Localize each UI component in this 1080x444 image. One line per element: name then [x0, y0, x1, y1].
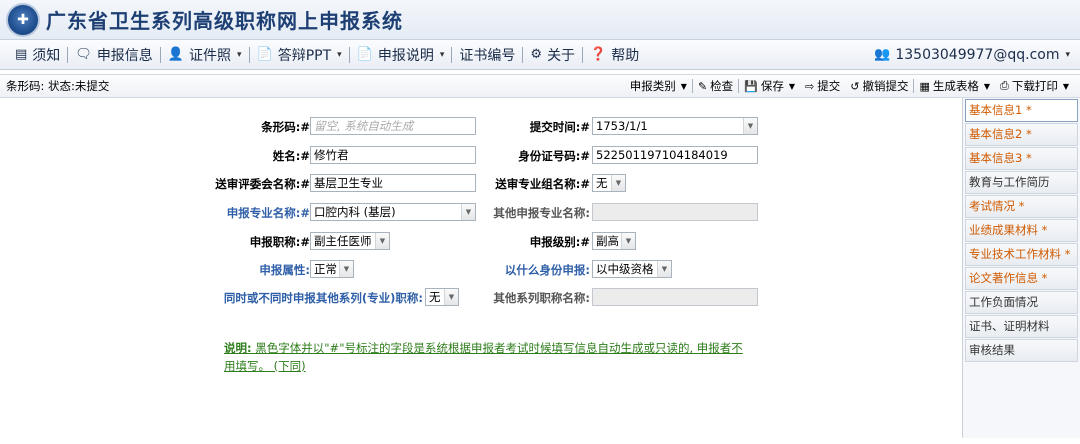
chevron-down-icon: ▾: [237, 49, 242, 60]
print-icon: ⎙: [1000, 79, 1009, 92]
undo-icon: ↺: [850, 79, 860, 93]
chevron-down-icon: ▼: [743, 118, 757, 134]
note-text: 黑色字体并以"#"号标注的字段是系统根据申报者考试时候填写信息自动生成或只读的,…: [224, 341, 743, 373]
submit-button[interactable]: ⇨ 提交: [800, 78, 845, 94]
group-select[interactable]: 无 ▼: [592, 174, 626, 192]
category-button[interactable]: 申报类别 ▼: [625, 78, 692, 94]
group-label: 送审专业组名称:#: [495, 177, 590, 191]
chevron-down-icon: ▼: [983, 81, 991, 91]
menu-notice[interactable]: ▤ 须知: [8, 44, 67, 66]
level-label: 申报级别:#: [529, 235, 590, 249]
barcode-label: 条形码:#: [261, 120, 310, 134]
revoke-button[interactable]: ↺ 撤销提交: [845, 78, 913, 94]
id-number-label: 身份证号码:#: [518, 149, 590, 163]
tab-basic-info-2[interactable]: 基本信息2 *: [965, 123, 1078, 146]
submit-time-label: 提交时间:#: [529, 120, 590, 134]
other-series-question-label: 同时或不同时申报其他系列(专业)职称:: [223, 291, 423, 305]
tab-professional-work[interactable]: 专业技术工作材料 *: [965, 243, 1078, 266]
note-prefix: 说明:: [224, 341, 252, 355]
tab-basic-info-1[interactable]: 基本信息1 *: [965, 99, 1078, 122]
download-print-button[interactable]: ⎙ 下载打印 ▼: [995, 78, 1074, 94]
menu-bar: ▤ 须知 🗨 申报信息 👤 证件照 ▾ 📄 答辩PPT ▾ 📄 申报说明 ▾ 证书编号 ⚙ 关于 …: [0, 40, 1080, 70]
menu-application-info[interactable]: 🗨 申报信息: [68, 44, 160, 66]
chevron-down-icon: ▾: [1065, 49, 1070, 60]
attribute-label: 申报属性:: [259, 263, 310, 277]
main-area: 条形码:# 留空, 系统自动生成 提交时间:# 1753/1/1 ▼ 姓名:# 修…: [0, 98, 1080, 438]
major-select[interactable]: 口腔内科 (基层) ▼: [310, 203, 476, 221]
chevron-down-icon: ▾: [439, 49, 445, 60]
committee-label: 送审评委会名称:#: [215, 177, 310, 191]
submit-time-select[interactable]: 1753/1/1 ▼: [592, 117, 758, 135]
identity-select[interactable]: 以中级资格 ▼: [592, 260, 672, 278]
site-title: 广东省卫生系列高级职称网上申报系统: [46, 9, 403, 33]
other-major-input[interactable]: [592, 203, 758, 221]
name-label: 姓名:#: [272, 149, 310, 163]
section-tabs: 基本信息1 * 基本信息2 * 基本信息3 * 教育与工作简历 考试情况 * 业…: [962, 98, 1080, 438]
tab-papers[interactable]: 论文著作信息 *: [965, 267, 1078, 290]
basic-info-form: 条形码:# 留空, 系统自动生成 提交时间:# 1753/1/1 ▼ 姓名:# 修…: [0, 98, 960, 438]
person-icon: 👤: [167, 47, 184, 62]
app-header: ✚ 广东省卫生系列高级职称网上申报系统: [0, 0, 1080, 40]
menu-instructions[interactable]: 📄 申报说明 ▾: [350, 44, 452, 66]
chevron-down-icon: ▼: [461, 204, 475, 220]
save-button[interactable]: 💾 保存 ▼: [739, 78, 800, 94]
gear-icon: ⚙: [530, 47, 543, 62]
check-button[interactable]: ✎ 检查: [693, 78, 738, 94]
submit-icon: ⇨: [805, 79, 815, 93]
tab-achievements[interactable]: 业绩成果材料 *: [965, 219, 1078, 242]
id-number-input[interactable]: 522501197104184019: [592, 146, 758, 164]
menu-about[interactable]: ⚙ 关于: [523, 44, 582, 66]
major-label: 申报专业名称:#: [226, 206, 310, 220]
chevron-down-icon: ▼: [611, 175, 625, 191]
chevron-down-icon: ▾: [337, 49, 342, 60]
chevron-down-icon: ▼: [680, 81, 687, 91]
barcode-input[interactable]: 留空, 系统自动生成: [310, 117, 476, 135]
tab-certificates[interactable]: 证书、证明材料: [965, 315, 1078, 338]
committee-input[interactable]: 基层卫生专业: [310, 174, 476, 192]
menu-help[interactable]: ❓ 帮助: [583, 44, 646, 66]
title-select[interactable]: 副主任医师 ▼: [310, 232, 390, 250]
other-major-label: 其他申报专业名称:: [493, 206, 590, 220]
form-note: 说明: 黑色字体并以"#"号标注的字段是系统根据申报者考试时候填写信息自动生成或…: [224, 339, 754, 375]
chevron-down-icon: ▼: [1062, 81, 1069, 91]
comment-icon: 🗨: [75, 47, 92, 62]
ppt-icon: 📄: [256, 47, 273, 62]
chevron-down-icon: ▼: [444, 289, 458, 305]
menu-id-photo[interactable]: 👤 证件照 ▾: [161, 44, 249, 66]
attribute-select[interactable]: 正常 ▼: [310, 260, 354, 278]
title-label: 申报职称:#: [249, 235, 310, 249]
users-icon: 👥: [874, 47, 891, 62]
other-series-name-label: 其他系列职称名称:: [493, 291, 590, 305]
name-input[interactable]: 修竹君: [310, 146, 476, 164]
tab-negative-record[interactable]: 工作负面情况: [965, 291, 1078, 314]
chevron-down-icon: ▼: [375, 233, 389, 249]
help-icon: ❓: [590, 47, 607, 62]
save-icon: 💾: [744, 79, 758, 93]
chevron-down-icon: ▼: [657, 261, 671, 277]
logo-icon: ✚: [6, 2, 40, 37]
tab-exam[interactable]: 考试情况 *: [965, 195, 1078, 218]
other-series-name-input[interactable]: [592, 288, 758, 306]
level-select[interactable]: 副高 ▼: [592, 232, 636, 250]
user-menu[interactable]: 👥 13503049977@qq.com ▾: [867, 44, 1080, 66]
table-icon: ▦: [919, 79, 930, 93]
tab-basic-info-3[interactable]: 基本信息3 *: [965, 147, 1078, 170]
tab-review-result[interactable]: 审核结果: [965, 339, 1078, 362]
chevron-down-icon: ▼: [621, 233, 635, 249]
status-toolbar: 条形码: 状态:未提交 申报类别 ▼ ✎ 检查 💾 保存 ▼ ⇨ 提交 ↺ 撤销提交 ▦ 生成…: [0, 74, 1080, 98]
menu-certificate-number[interactable]: 证书编号: [452, 44, 522, 66]
menu-defense-ppt[interactable]: 📄 答辩PPT ▾: [250, 44, 349, 66]
identity-label: 以什么身份申报:: [504, 263, 590, 277]
list-icon: ▤: [15, 47, 28, 62]
status-text: 条形码: 状态:未提交: [6, 79, 110, 93]
chevron-down-icon: ▼: [788, 81, 796, 91]
pencil-icon: ✎: [697, 79, 708, 93]
tab-education-work[interactable]: 教育与工作简历: [965, 171, 1078, 194]
other-series-question-select[interactable]: 无 ▼: [425, 288, 459, 306]
document-icon: 📄: [356, 47, 373, 62]
generate-table-button[interactable]: ▦ 生成表格 ▼: [914, 78, 995, 94]
chevron-down-icon: ▼: [339, 261, 353, 277]
